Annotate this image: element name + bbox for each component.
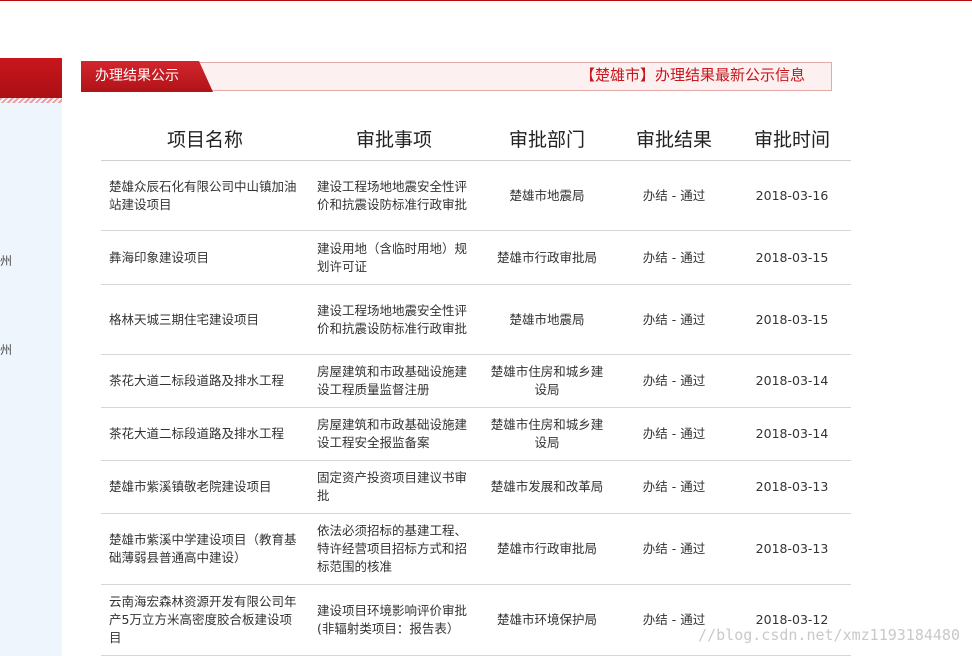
approval-result: 办结 - 通过 — [615, 160, 733, 231]
table-row[interactable]: 茶花大道二标段道路及排水工程 房屋建筑和市政基础设施建设工程安全报监备案 楚雄市… — [101, 407, 851, 461]
approval-date: 2018-03-12 — [733, 584, 851, 656]
approval-result: 办结 - 通过 — [615, 584, 733, 656]
sidebar-active-tab[interactable] — [0, 58, 62, 100]
approval-item: 依法必须招标的基建工程、特许经营项目招标方式和招标范围的核准 — [309, 513, 479, 585]
department: 楚雄市环境保护局 — [479, 584, 615, 656]
department: 楚雄市住房和城乡建设局 — [479, 407, 615, 461]
approval-result: 办结 - 通过 — [615, 513, 733, 585]
approval-item: 建设工程场地地震安全性评价和抗震设防标准行政审批 — [309, 284, 479, 355]
approval-result: 办结 - 通过 — [615, 230, 733, 285]
column-header-approval-item: 审批事项 — [309, 116, 479, 161]
sidebar-tab-decoration — [0, 98, 62, 103]
table-row[interactable]: 云南海宏森林资源开发有限公司年产5万立方米高密度胶合板建设项目 建设项目环境影响… — [101, 584, 851, 656]
project-name-link[interactable]: 格林天城三期住宅建设项目 — [101, 284, 309, 355]
column-header-department: 审批部门 — [479, 116, 615, 161]
project-name-link[interactable]: 云南海宏森林资源开发有限公司年产5万立方米高密度胶合板建设项目 — [101, 584, 309, 656]
column-header-result: 审批结果 — [615, 116, 733, 161]
project-name-link[interactable]: 楚雄市紫溪镇敬老院建设项目 — [101, 460, 309, 514]
section-subtitle[interactable]: 【楚雄市】办理结果最新公示信息 — [580, 61, 805, 90]
table-row[interactable]: 茶花大道二标段道路及排水工程 房屋建筑和市政基础设施建设工程质量监督注册 楚雄市… — [101, 354, 851, 408]
results-table: 项目名称 审批事项 审批部门 审批结果 审批时间 楚雄众辰石化有限公司中山镇加油… — [101, 116, 851, 656]
department: 楚雄市行政审批局 — [479, 513, 615, 585]
approval-date: 2018-03-14 — [733, 354, 851, 408]
table-row[interactable]: 楚雄市紫溪中学建设项目（教育基础薄弱县普通高中建设） 依法必须招标的基建工程、特… — [101, 513, 851, 585]
watermark-text: //blog.csdn.net/xmz1193184480 — [698, 626, 960, 644]
department: 楚雄市地震局 — [479, 284, 615, 355]
project-name-link[interactable]: 楚雄众辰石化有限公司中山镇加油站建设项目 — [101, 160, 309, 231]
approval-date: 2018-03-13 — [733, 460, 851, 514]
approval-item: 房屋建筑和市政基础设施建设工程安全报监备案 — [309, 407, 479, 461]
section-header: 办理结果公示 【楚雄市】办理结果最新公示信息 — [81, 61, 832, 92]
approval-result: 办结 - 通过 — [615, 460, 733, 514]
sidebar-item-label[interactable]: 州 — [0, 341, 12, 358]
project-name-link[interactable]: 茶花大道二标段道路及排水工程 — [101, 354, 309, 408]
table-header-row: 项目名称 审批事项 审批部门 审批结果 审批时间 — [101, 116, 851, 161]
approval-item: 房屋建筑和市政基础设施建设工程质量监督注册 — [309, 354, 479, 408]
approval-date: 2018-03-15 — [733, 284, 851, 355]
approval-item: 建设项目环境影响评价审批(非辐射类项目：报告表） — [309, 584, 479, 656]
approval-result: 办结 - 通过 — [615, 284, 733, 355]
column-header-project-name: 项目名称 — [101, 116, 309, 161]
approval-item: 建设用地（含临时用地）规划许可证 — [309, 230, 479, 285]
column-header-date: 审批时间 — [733, 116, 851, 161]
table-row[interactable]: 楚雄众辰石化有限公司中山镇加油站建设项目 建设工程场地地震安全性评价和抗震设防标… — [101, 160, 851, 231]
section-title-tab[interactable]: 办理结果公示 — [81, 61, 213, 92]
approval-result: 办结 - 通过 — [615, 407, 733, 461]
department: 楚雄市地震局 — [479, 160, 615, 231]
approval-date: 2018-03-16 — [733, 160, 851, 231]
department: 楚雄市行政审批局 — [479, 230, 615, 285]
approval-date: 2018-03-14 — [733, 407, 851, 461]
table-row[interactable]: 格林天城三期住宅建设项目 建设工程场地地震安全性评价和抗震设防标准行政审批 楚雄… — [101, 284, 851, 355]
approval-item: 建设工程场地地震安全性评价和抗震设防标准行政审批 — [309, 160, 479, 231]
top-border-line — [0, 0, 972, 1]
project-name-link[interactable]: 茶花大道二标段道路及排水工程 — [101, 407, 309, 461]
approval-result: 办结 - 通过 — [615, 354, 733, 408]
approval-date: 2018-03-13 — [733, 513, 851, 585]
table-row[interactable]: 楚雄市紫溪镇敬老院建设项目 固定资产投资项目建议书审批 楚雄市发展和改革局 办结… — [101, 460, 851, 514]
approval-item: 固定资产投资项目建议书审批 — [309, 460, 479, 514]
approval-date: 2018-03-15 — [733, 230, 851, 285]
table-row[interactable]: 彝海印象建设项目 建设用地（含临时用地）规划许可证 楚雄市行政审批局 办结 - … — [101, 230, 851, 285]
department: 楚雄市发展和改革局 — [479, 460, 615, 514]
sidebar-item-label[interactable]: 州 — [0, 252, 12, 269]
department: 楚雄市住房和城乡建设局 — [479, 354, 615, 408]
project-name-link[interactable]: 楚雄市紫溪中学建设项目（教育基础薄弱县普通高中建设） — [101, 513, 309, 585]
project-name-link[interactable]: 彝海印象建设项目 — [101, 230, 309, 285]
